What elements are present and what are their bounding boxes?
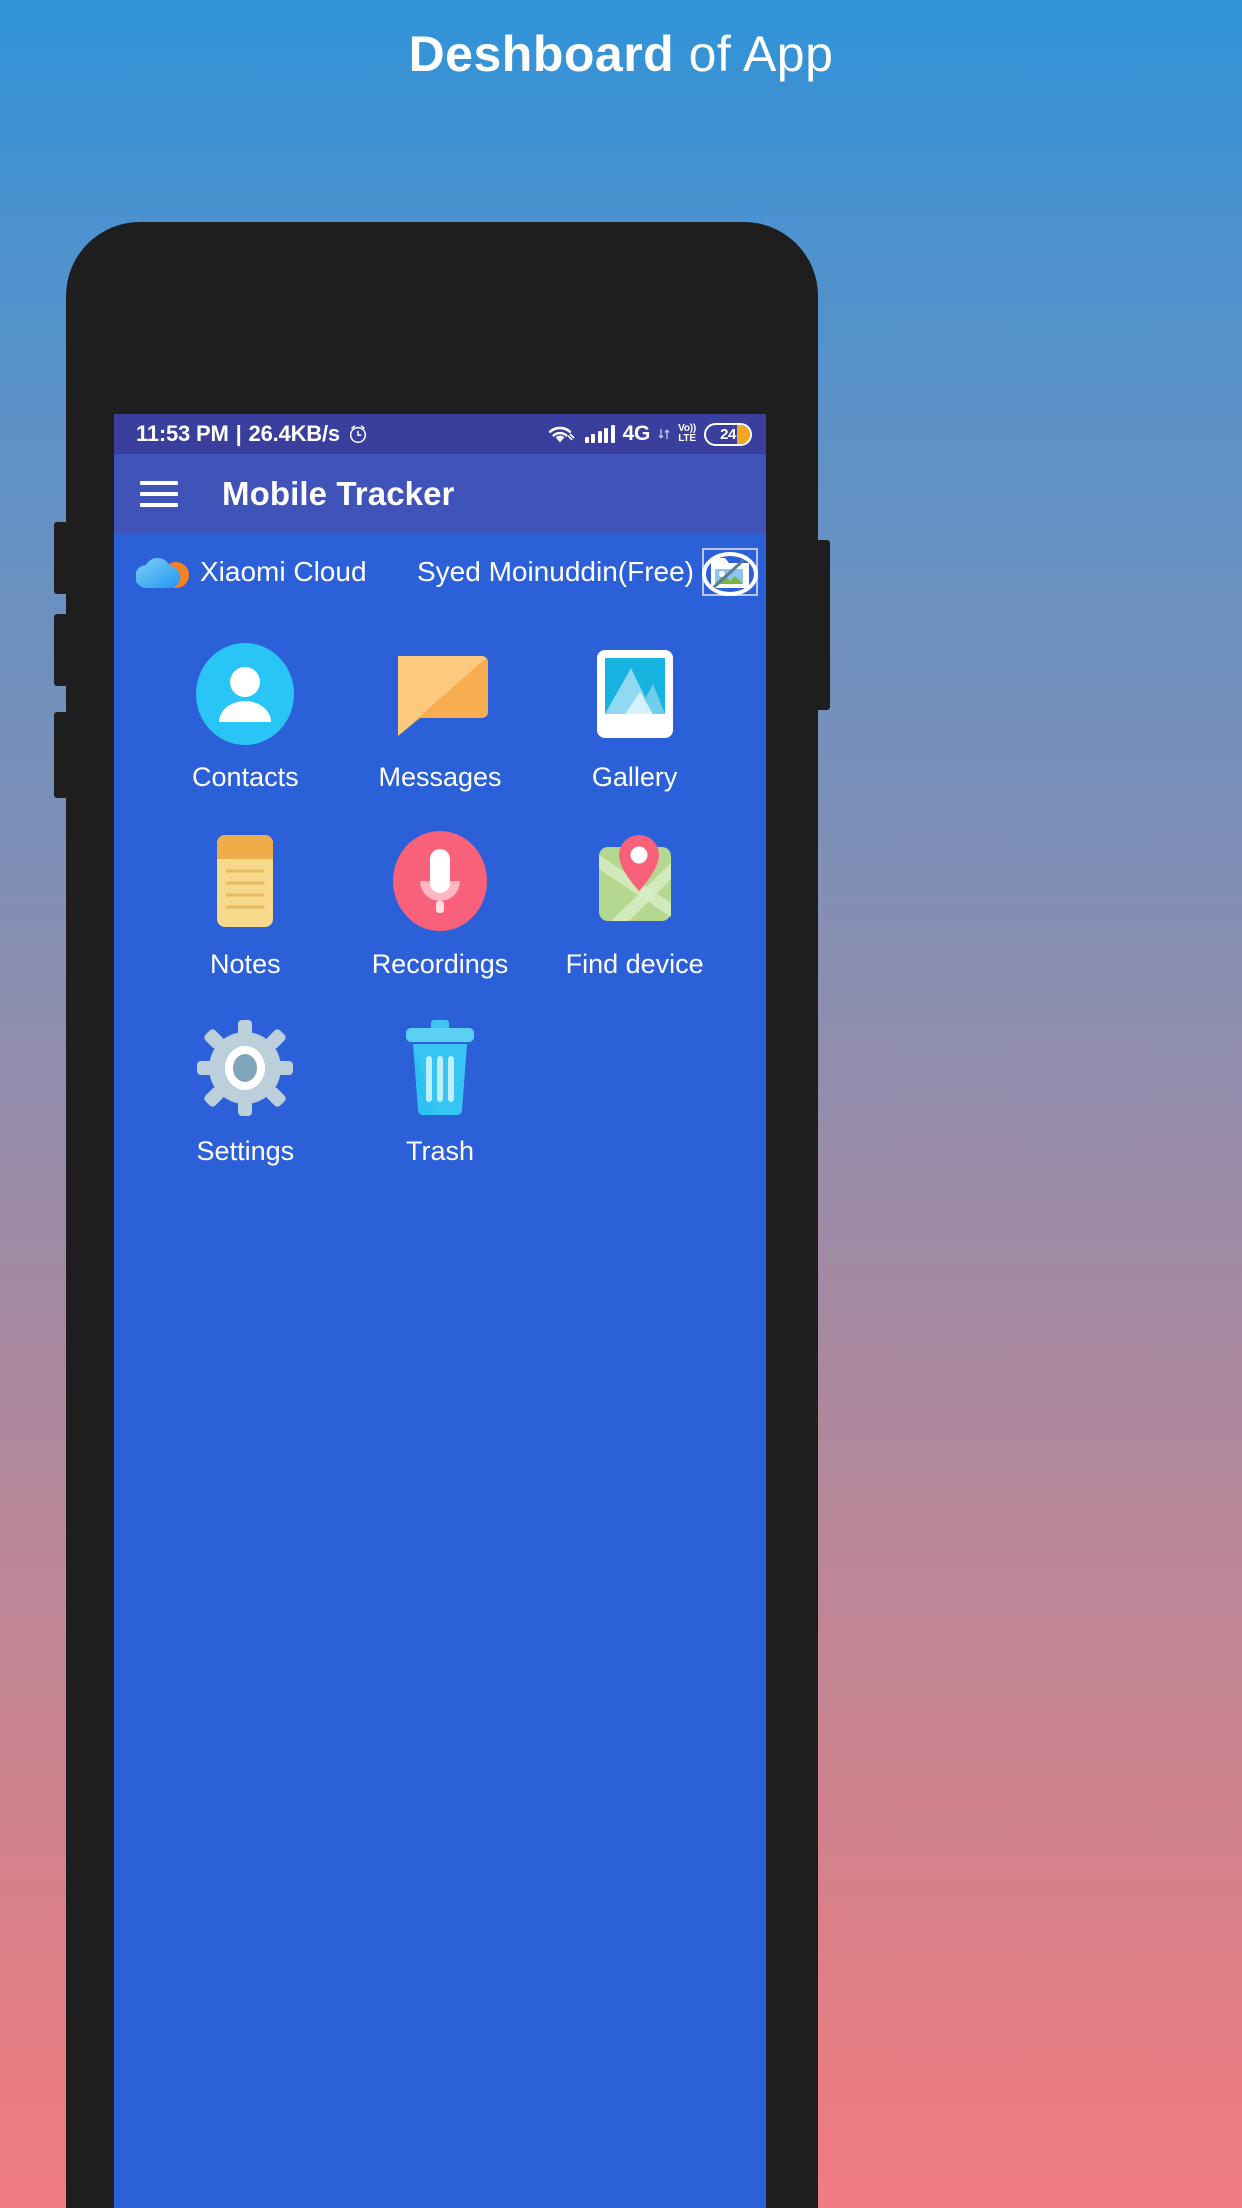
grid-item-label: Gallery	[591, 762, 678, 792]
find-device-icon	[583, 829, 687, 933]
page-title-light: of App	[674, 26, 834, 82]
alarm-icon	[349, 425, 366, 443]
wifi-icon	[548, 426, 575, 443]
grid-item-label: Notes	[210, 949, 281, 979]
app-bar: Mobile Tracker	[114, 454, 766, 534]
battery-icon: 24	[704, 422, 752, 446]
contacts-icon	[193, 642, 297, 746]
volume-down-button[interactable]	[54, 614, 68, 686]
page-title: Deshboard of App	[0, 22, 1242, 86]
phone-device-mockup: 11:53 PM | 26.4KB/s 4G Vo)) LTE 24 Mobil…	[54, 222, 830, 2208]
hamburger-menu-icon[interactable]	[140, 481, 178, 507]
phone-screen: 11:53 PM | 26.4KB/s 4G Vo)) LTE 24 Mobil…	[114, 414, 766, 2208]
grid-item-messages[interactable]: Messages	[343, 642, 538, 793]
cloud-service-name: Xiaomi Cloud	[200, 556, 367, 587]
grid-item-label: Find device	[565, 949, 704, 979]
network-type-label: 4G	[622, 422, 651, 445]
status-network-speed: 26.4KB/s	[248, 421, 341, 446]
avatar[interactable]	[702, 548, 758, 596]
account-user-name: Syed Moinuddin(Free)	[416, 556, 694, 587]
gallery-icon	[583, 642, 687, 746]
grid-item-label: Settings	[196, 1136, 295, 1166]
page-title-strong: Deshboard	[408, 26, 675, 82]
messages-icon	[388, 642, 492, 746]
volte-icon: Vo)) LTE	[678, 424, 696, 444]
recordings-icon	[388, 829, 492, 933]
app-icon-grid: Contacts Messages Gallery Notes Recordin…	[114, 610, 766, 1203]
grid-item-recordings[interactable]: Recordings	[343, 829, 538, 980]
app-bar-title: Mobile Tracker	[222, 475, 455, 512]
power-button[interactable]	[816, 540, 830, 710]
grid-item-gallery[interactable]: Gallery	[537, 642, 732, 793]
silence-button[interactable]	[54, 712, 68, 798]
status-bar: 11:53 PM | 26.4KB/s 4G Vo)) LTE 24	[114, 414, 766, 454]
volte-bottom: LTE	[678, 433, 696, 444]
grid-item-notes[interactable]: Notes	[148, 829, 343, 980]
volume-up-button[interactable]	[54, 522, 68, 594]
data-transfer-icon	[658, 429, 670, 439]
grid-item-label: Messages	[378, 762, 502, 792]
grid-item-settings[interactable]: Settings	[148, 1016, 343, 1167]
grid-item-label: Recordings	[371, 949, 509, 979]
status-bar-left: 11:53 PM | 26.4KB/s	[136, 421, 369, 447]
signal-bars-icon	[584, 425, 615, 443]
status-time: 11:53 PM	[136, 421, 229, 446]
xiaomi-cloud-icon	[136, 557, 189, 589]
status-separator: |	[235, 421, 242, 446]
battery-fill	[737, 424, 750, 444]
grid-item-find-device[interactable]: Find device	[537, 829, 732, 980]
account-row[interactable]: Xiaomi Cloud Syed Moinuddin(Free)	[114, 534, 766, 610]
battery-percentage: 24	[720, 425, 736, 443]
status-bar-right: 4G Vo)) LTE 24	[547, 422, 752, 446]
settings-icon	[193, 1016, 297, 1120]
grid-item-label: Trash	[405, 1136, 474, 1166]
notes-icon	[193, 829, 297, 933]
trash-icon	[388, 1016, 492, 1120]
grid-item-label: Contacts	[192, 762, 299, 792]
grid-item-contacts[interactable]: Contacts	[148, 642, 343, 793]
grid-item-trash[interactable]: Trash	[343, 1016, 538, 1167]
avatar-highlight-oval	[702, 552, 758, 596]
